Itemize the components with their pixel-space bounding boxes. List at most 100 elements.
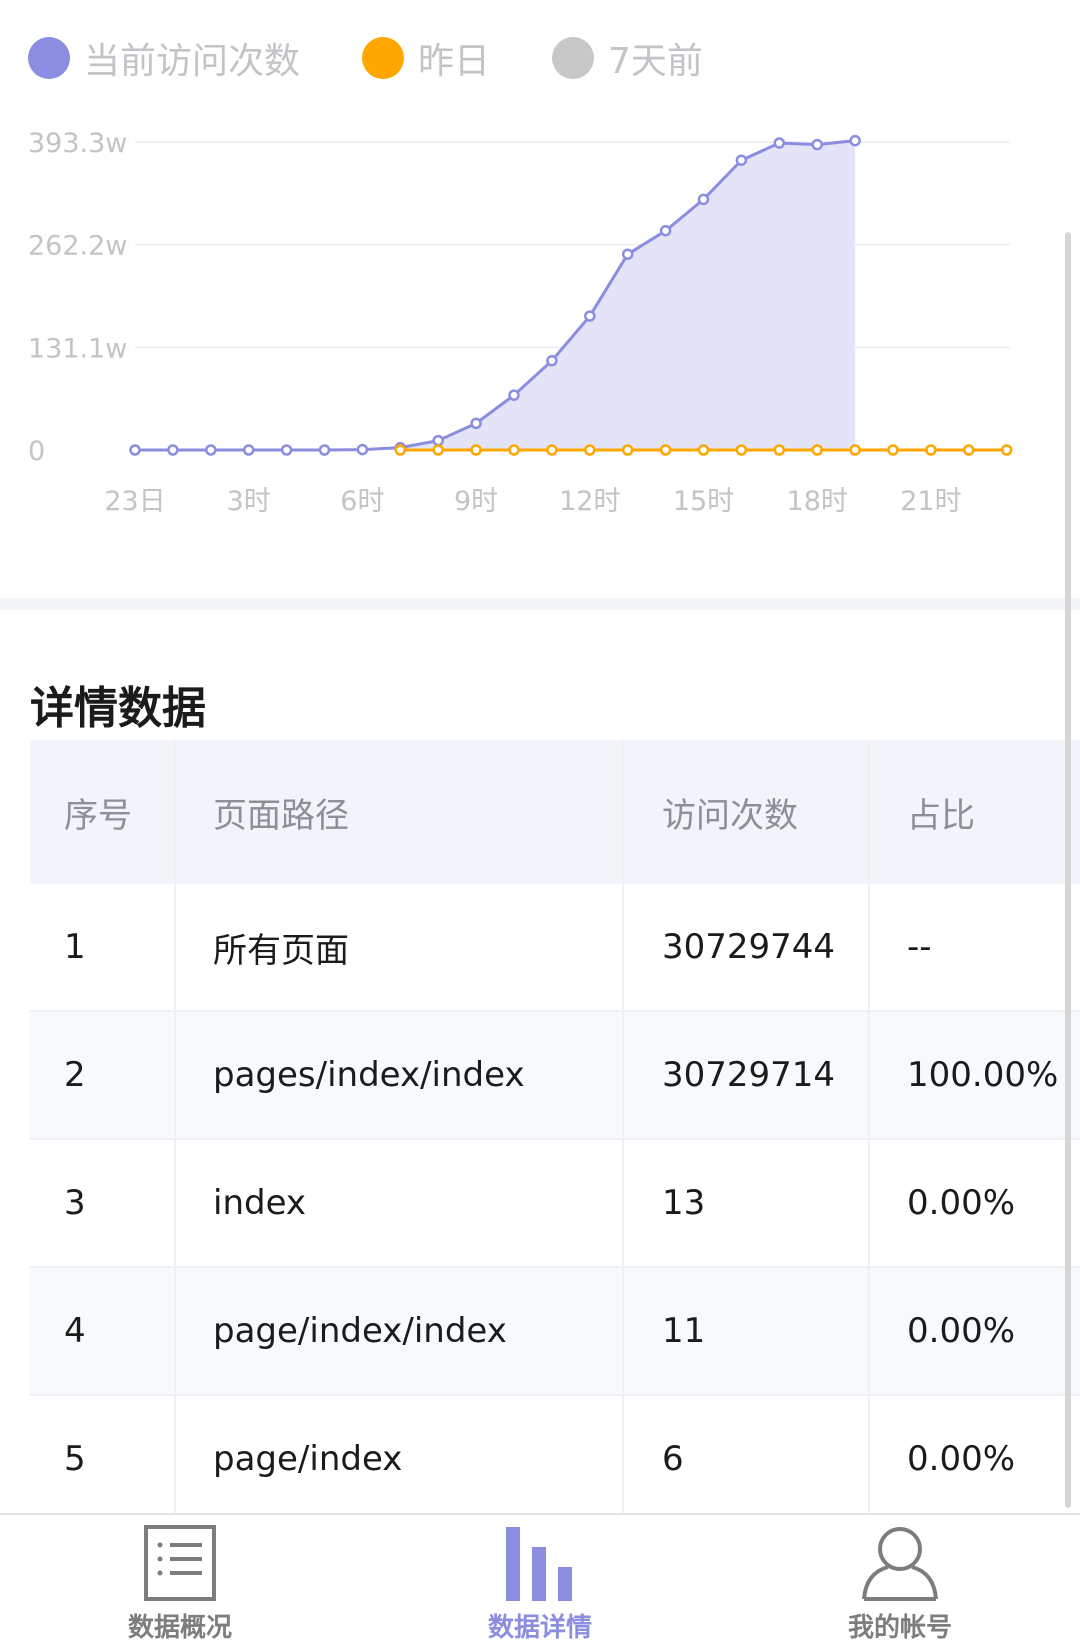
data-point bbox=[963, 444, 975, 456]
data-point bbox=[280, 444, 293, 456]
chart-svg: 0 131.1w 262.2w 393.3w 23日 3时 6时 9时 12时 15时 18时 21时 bbox=[28, 128, 1013, 517]
data-point bbox=[849, 134, 861, 147]
row-ratio: 0.00% bbox=[907, 1311, 1016, 1351]
visits-line-chart: 0 131.1w 262.2w 393.3w 23日 3时 6时 9时 12时 15时 18时 21时 bbox=[0, 110, 1080, 570]
row-visits: 13 bbox=[624, 1140, 870, 1266]
bottom-tab-bar: 数据概况 数据详情 我的帐号 bbox=[0, 1513, 1080, 1643]
list-doc-icon bbox=[144, 1525, 216, 1601]
scrollbar[interactable] bbox=[1065, 232, 1071, 1508]
legend-dot-current bbox=[28, 37, 70, 79]
data-point bbox=[167, 444, 179, 456]
y-tick-label: 393.3w bbox=[28, 128, 127, 159]
legend-item-yesterday[interactable]: 昨日 bbox=[362, 32, 490, 84]
tab-data-overview[interactable]: 数据概况 bbox=[30, 1515, 330, 1643]
bar-chart-icon bbox=[506, 1527, 572, 1601]
data-point bbox=[508, 444, 520, 456]
data-point bbox=[546, 444, 558, 456]
tab-label: 我的帐号 bbox=[847, 1613, 952, 1643]
table-row[interactable]: 5 page/index 6 0.00% bbox=[30, 1396, 1080, 1524]
row-ratio: 0.00% bbox=[907, 1439, 1016, 1479]
table-header-row: 序号 页面路径 访问次数 占比 bbox=[30, 740, 1080, 884]
data-point bbox=[356, 443, 369, 456]
data-point bbox=[432, 434, 444, 447]
row-index: 3 bbox=[30, 1140, 176, 1266]
data-point bbox=[735, 154, 748, 166]
data-point bbox=[242, 444, 255, 456]
data-point bbox=[584, 310, 596, 322]
legend-dot-yesterday bbox=[362, 37, 405, 79]
row-page-path: page/index/index bbox=[176, 1268, 624, 1394]
data-point bbox=[546, 354, 558, 367]
series-area-0 bbox=[135, 140, 856, 450]
table-row[interactable]: 2 pages/index/index 30729714 100.00% bbox=[30, 1012, 1080, 1140]
row-index: 2 bbox=[30, 1012, 176, 1138]
row-index: 5 bbox=[30, 1396, 176, 1522]
data-point bbox=[205, 444, 217, 456]
legend-label-current: 当前访问次数 bbox=[84, 41, 301, 82]
header-page-path: 页面路径 bbox=[176, 740, 624, 884]
data-point bbox=[735, 444, 748, 456]
data-point bbox=[621, 248, 634, 260]
data-point bbox=[470, 444, 482, 456]
x-tick-label: 3时 bbox=[227, 486, 271, 517]
detail-table: 序号 页面路径 访问次数 占比 1 所有页面 30729744 -- 2 pag… bbox=[30, 740, 1080, 1524]
row-index: 4 bbox=[30, 1268, 176, 1394]
y-tick-label: 262.2w bbox=[28, 231, 127, 262]
section-separator bbox=[0, 598, 1080, 610]
table-row[interactable]: 4 page/index/index 11 0.00% bbox=[30, 1268, 1080, 1396]
x-tick-label: 6时 bbox=[340, 486, 384, 517]
data-point bbox=[659, 224, 672, 237]
x-tick-label: 12时 bbox=[559, 486, 620, 517]
row-visits: 30729744 bbox=[624, 884, 870, 1010]
data-point bbox=[129, 444, 141, 456]
table-row[interactable]: 1 所有页面 30729744 -- bbox=[30, 884, 1080, 1012]
tab-my-account[interactable]: 我的帐号 bbox=[750, 1515, 1050, 1643]
data-point bbox=[432, 444, 444, 456]
x-tick-label: 9时 bbox=[454, 486, 498, 517]
data-point bbox=[811, 444, 823, 456]
user-icon bbox=[862, 1527, 938, 1601]
data-point bbox=[773, 444, 786, 456]
row-visits: 11 bbox=[624, 1268, 870, 1394]
tab-data-detail[interactable]: 数据详情 bbox=[390, 1515, 690, 1643]
data-point bbox=[584, 444, 596, 456]
legend-dot-7days-ago bbox=[552, 37, 595, 79]
row-page-path: pages/index/index bbox=[176, 1012, 624, 1138]
data-point bbox=[849, 444, 861, 456]
row-page-path: 所有页面 bbox=[176, 884, 624, 1010]
data-point bbox=[697, 444, 710, 456]
row-page-path: index bbox=[176, 1140, 624, 1266]
tab-label: 数据详情 bbox=[487, 1613, 592, 1643]
x-tick-label: 18时 bbox=[787, 486, 848, 517]
data-point bbox=[887, 444, 899, 456]
y-tick-label: 0 bbox=[28, 436, 45, 467]
data-point bbox=[659, 444, 672, 456]
row-ratio: 0.00% bbox=[907, 1183, 1016, 1223]
data-point bbox=[1000, 444, 1013, 456]
header-index: 序号 bbox=[30, 740, 176, 884]
data-point bbox=[925, 444, 937, 456]
x-tick-label: 21时 bbox=[900, 486, 961, 517]
data-point bbox=[394, 444, 407, 456]
legend-label-yesterday: 昨日 bbox=[418, 41, 491, 82]
tab-label: 数据概况 bbox=[127, 1613, 232, 1643]
data-point bbox=[621, 444, 634, 456]
row-ratio: 100.00% bbox=[907, 1055, 1059, 1095]
row-visits: 30729714 bbox=[624, 1012, 870, 1138]
header-visits: 访问次数 bbox=[624, 740, 870, 884]
chart-legend: 当前访问次数 昨日 7天前 bbox=[28, 30, 765, 86]
legend-item-7days-ago[interactable]: 7天前 bbox=[552, 32, 703, 84]
row-visits: 6 bbox=[624, 1396, 870, 1522]
data-point bbox=[470, 417, 482, 430]
data-point bbox=[811, 138, 823, 151]
table-row[interactable]: 3 index 13 0.00% bbox=[30, 1140, 1080, 1268]
row-index: 1 bbox=[30, 884, 176, 1010]
row-ratio: -- bbox=[907, 927, 932, 967]
data-point bbox=[318, 444, 331, 456]
legend-item-current[interactable]: 当前访问次数 bbox=[28, 32, 300, 84]
data-point bbox=[508, 389, 520, 401]
row-page-path: page/index bbox=[176, 1396, 624, 1522]
data-point bbox=[697, 193, 710, 206]
x-tick-label: 23日 bbox=[104, 486, 165, 517]
x-tick-label: 15时 bbox=[673, 486, 734, 517]
